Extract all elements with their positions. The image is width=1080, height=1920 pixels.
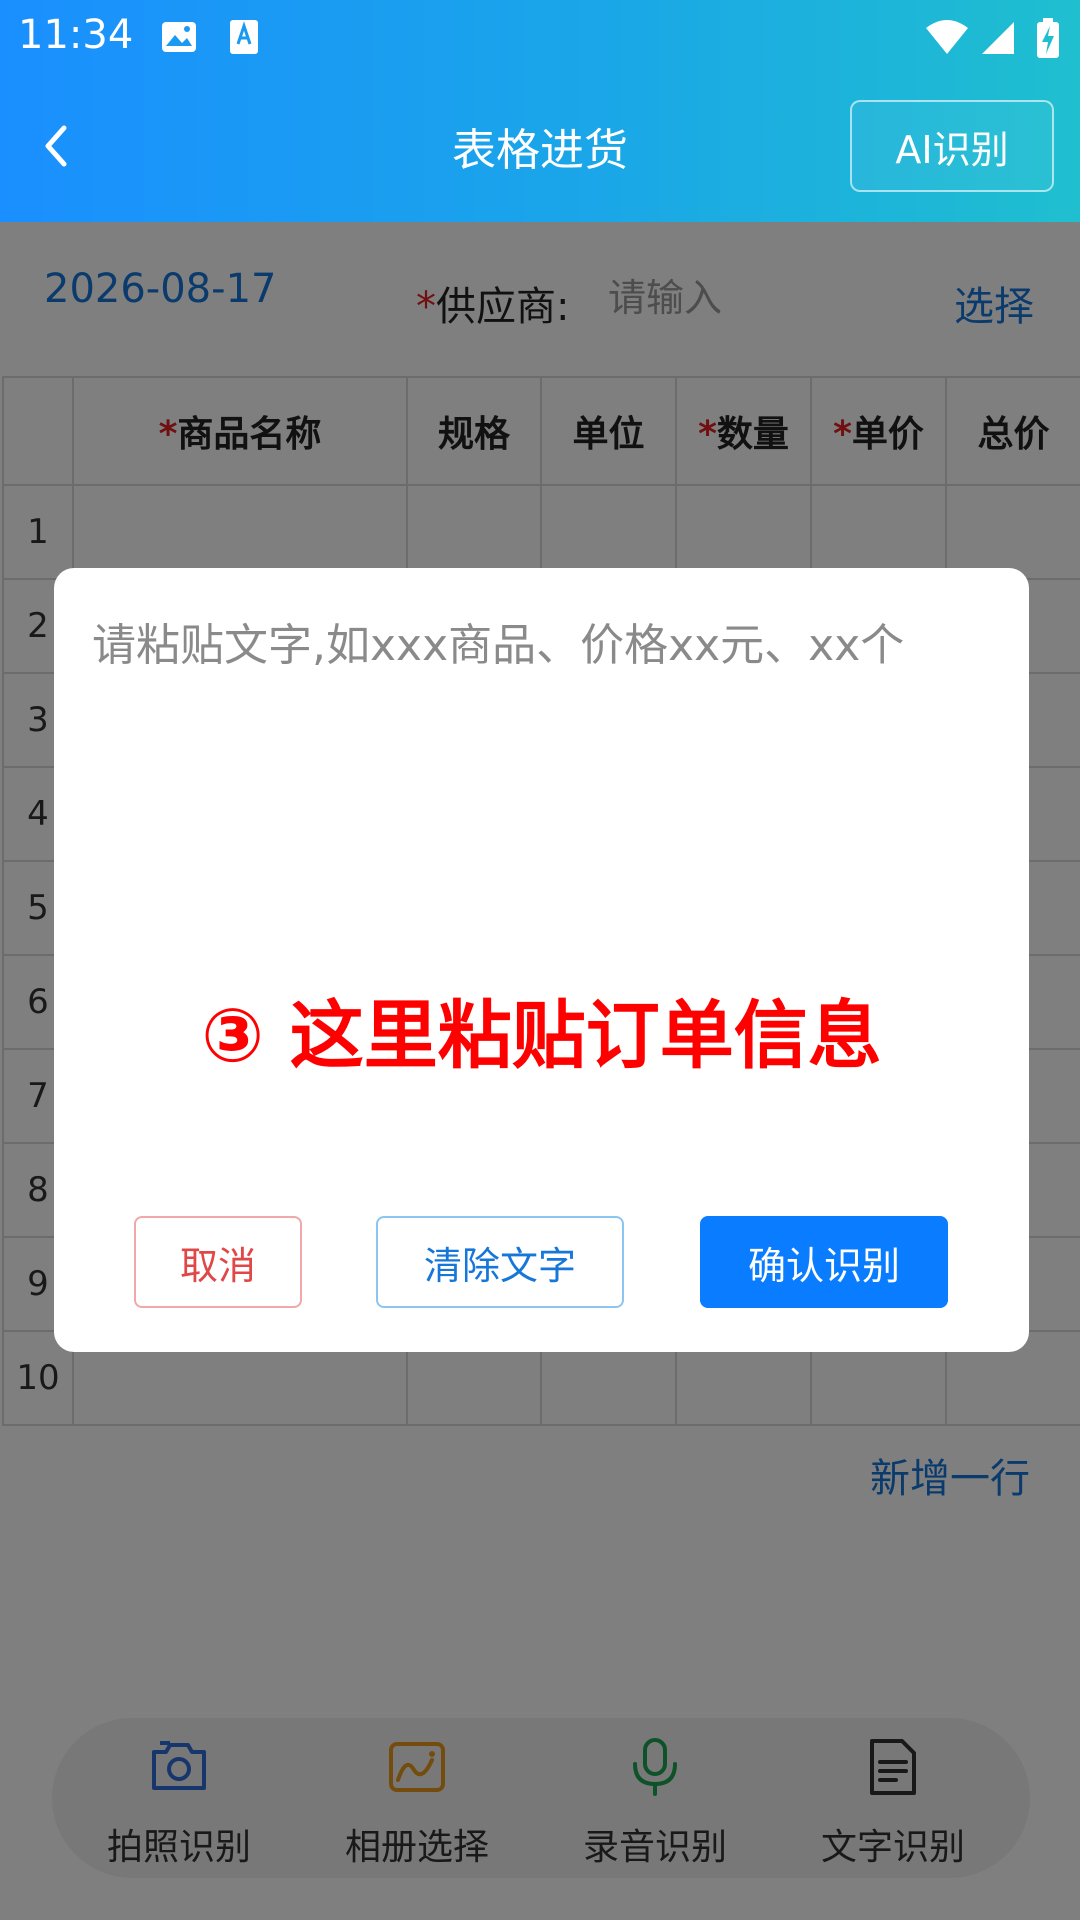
header: 11:34 表格进货 AI识别 <box>0 0 1080 222</box>
gallery-notification-icon <box>160 18 198 60</box>
paste-text-dialog: ③ 这里粘贴订单信息 取消 清除文字 确认识别 <box>54 568 1029 1352</box>
status-time: 11:34 <box>18 12 134 58</box>
battery-charging-icon <box>1036 18 1060 62</box>
signal-icon <box>980 18 1016 60</box>
ai-recognize-button[interactable]: AI识别 <box>850 100 1054 192</box>
text-notification-icon <box>228 18 262 60</box>
status-bar: 11:34 <box>0 0 1080 72</box>
confirm-recognize-button[interactable]: 确认识别 <box>700 1216 948 1308</box>
clear-text-button[interactable]: 清除文字 <box>376 1216 624 1308</box>
paste-hint-annotation: ③ 这里粘贴订单信息 <box>201 993 882 1079</box>
app-bar: 表格进货 AI识别 <box>0 72 1080 222</box>
wifi-icon <box>924 18 970 60</box>
cancel-button[interactable]: 取消 <box>134 1216 302 1308</box>
